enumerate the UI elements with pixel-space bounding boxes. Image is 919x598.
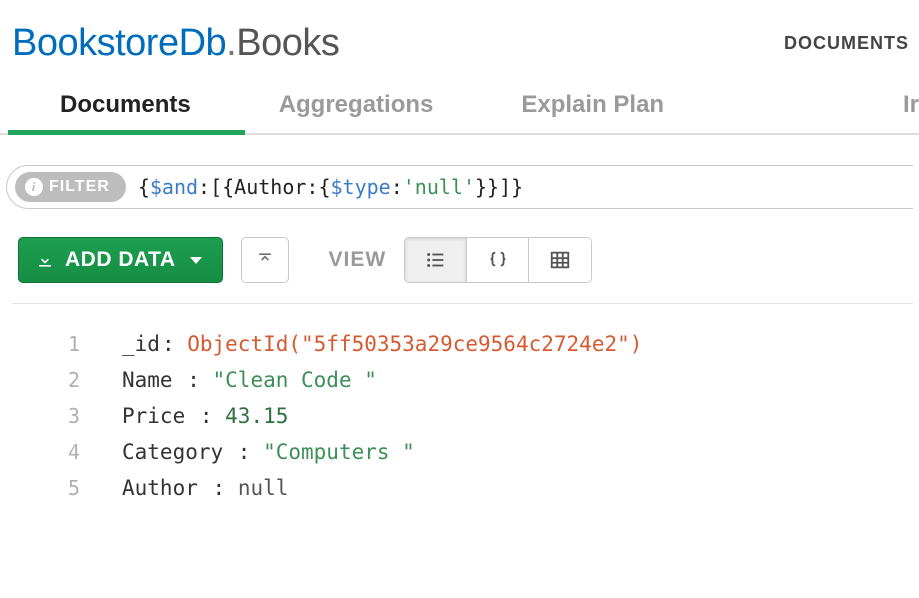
view-mode-group xyxy=(404,237,592,283)
field-key: Name xyxy=(122,368,185,392)
upload-icon xyxy=(255,250,275,270)
toolbar: ADD DATA VIEW xyxy=(18,237,913,303)
view-table-button[interactable] xyxy=(529,238,591,282)
query-operator: $type xyxy=(330,175,390,199)
header: BookstoreDb.Books DOCUMENTS xyxy=(0,0,919,65)
database-name[interactable]: BookstoreDb xyxy=(12,22,226,64)
download-icon xyxy=(35,250,55,270)
doc-line: 4 Category : "Computers " xyxy=(12,434,913,470)
doc-line: 1 _id: ObjectId("5ff50353a29ce9564c2724e… xyxy=(12,326,913,362)
filter-label: FILTER xyxy=(49,178,110,196)
query-text: }}]} xyxy=(475,175,523,199)
tab-aggregations[interactable]: Aggregations xyxy=(279,91,434,133)
filter-bar: i FILTER {$and:[{Author:{$type:'null'}}]… xyxy=(6,165,913,209)
field-value-null: null xyxy=(238,476,289,500)
import-button[interactable] xyxy=(241,237,289,283)
code-line[interactable]: Category : "Computers " xyxy=(122,434,913,470)
breadcrumb-separator: . xyxy=(226,22,236,64)
view-list-button[interactable] xyxy=(405,238,467,282)
tab-documents[interactable]: Documents xyxy=(60,91,191,133)
add-data-label: ADD DATA xyxy=(65,248,176,272)
doc-line: 5 Author : null xyxy=(12,470,913,506)
query-text: : xyxy=(391,175,403,199)
code-line[interactable]: Author : null xyxy=(122,470,913,506)
line-number: 4 xyxy=(12,434,122,470)
doc-line: 3 Price : 43.15 xyxy=(12,398,913,434)
field-value-number: 43.15 xyxy=(225,404,288,428)
view-json-button[interactable] xyxy=(467,238,529,282)
line-number: 2 xyxy=(12,362,122,398)
query-operator: $and xyxy=(150,175,198,199)
field-value-objectid: ObjectId("5ff50353a29ce9564c2724e2") xyxy=(187,332,642,356)
line-number: 5 xyxy=(12,470,122,506)
tabs: Documents Aggregations Explain Plan Ir xyxy=(0,65,919,135)
line-number: 3 xyxy=(12,398,122,434)
field-key: Category xyxy=(122,440,236,464)
add-data-button[interactable]: ADD DATA xyxy=(18,237,223,283)
code-line[interactable]: Name : "Clean Code " xyxy=(122,362,913,398)
info-icon: i xyxy=(25,178,43,196)
filter-query-input[interactable]: {$and:[{Author:{$type:'null'}}]} xyxy=(138,175,523,199)
code-line[interactable]: Price : 43.15 xyxy=(122,398,913,434)
document-panel: 1 _id: ObjectId("5ff50353a29ce9564c2724e… xyxy=(12,303,913,506)
field-key: _id xyxy=(122,332,160,356)
caret-down-icon xyxy=(190,257,202,264)
query-text: { xyxy=(138,175,150,199)
line-number: 1 xyxy=(12,326,122,362)
tab-truncated[interactable]: Ir xyxy=(903,91,919,133)
code-line[interactable]: _id: ObjectId("5ff50353a29ce9564c2724e2"… xyxy=(122,326,913,362)
tab-explain-plan[interactable]: Explain Plan xyxy=(521,91,664,133)
view-label: VIEW xyxy=(329,248,387,272)
filter-pill[interactable]: i FILTER xyxy=(15,172,126,202)
field-key: Price xyxy=(122,404,198,428)
query-text: :[{Author:{ xyxy=(198,175,330,199)
table-icon xyxy=(549,249,571,271)
field-key: Author xyxy=(122,476,211,500)
list-icon xyxy=(425,249,447,271)
breadcrumb: BookstoreDb.Books xyxy=(12,22,339,65)
query-string: 'null' xyxy=(403,175,475,199)
field-value-string: "Computers " xyxy=(263,440,415,464)
collection-name[interactable]: Books xyxy=(236,22,339,64)
field-value-string: "Clean Code " xyxy=(213,368,377,392)
braces-icon xyxy=(487,249,509,271)
doc-line: 2 Name : "Clean Code " xyxy=(12,362,913,398)
subnav-documents[interactable]: DOCUMENTS xyxy=(784,33,909,54)
